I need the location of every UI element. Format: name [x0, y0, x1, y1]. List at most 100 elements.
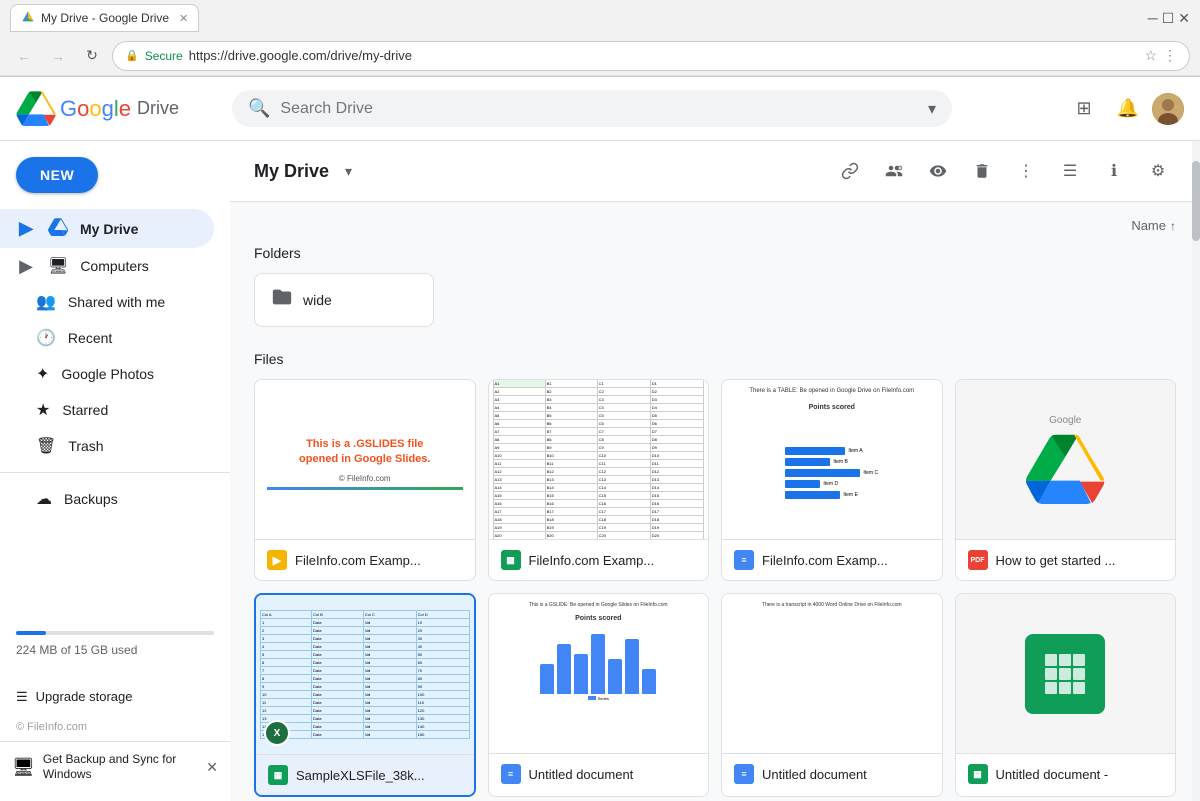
file-preview-3: Google [956, 380, 1176, 540]
photos-icon: ✦ [36, 364, 49, 384]
tab-close-icon[interactable]: ✕ [179, 12, 188, 25]
file-card-5[interactable]: This is a GSLIDE: Be opened in Google Sl… [488, 593, 710, 797]
file-card-7[interactable]: ▦ Untitled document - [955, 593, 1177, 797]
sort-arrow-icon[interactable]: ↑ [1170, 219, 1176, 233]
backup-banner-text: Get Backup and Sync for Windows [43, 752, 198, 783]
file-preview-7 [956, 594, 1176, 754]
trash-icon: 🗑 [36, 436, 56, 456]
tab-title: My Drive - Google Drive [41, 11, 169, 25]
starred-icon: ★ [36, 400, 50, 420]
file-card-6[interactable]: There is a transcript in 4000 Word Onlin… [721, 593, 943, 797]
info-button[interactable]: ℹ [1096, 153, 1132, 189]
file-info-5: ≡ Untitled document [489, 754, 709, 794]
reload-button[interactable]: ↻ [78, 42, 106, 70]
delete-button[interactable] [964, 153, 1000, 189]
upgrade-icon: ☰ [16, 689, 28, 705]
sidebar-item-recent[interactable]: 🕐 Recent [0, 320, 214, 356]
sidebar-item-photos[interactable]: ✦ Google Photos [0, 356, 214, 392]
folder-icon [271, 286, 293, 314]
file-info-0: ▶ FileInfo.com Examp... [255, 540, 475, 580]
file-card-4[interactable]: Col ACol BCol CCol D 1DataVal10 2DataVal… [254, 593, 476, 797]
shared-icon: 👥 [36, 292, 56, 312]
file-info-3: PDF How to get started ... [956, 540, 1176, 580]
file-name-5: Untitled document [529, 767, 634, 782]
upgrade-storage-button[interactable]: ☰ Upgrade storage [0, 681, 230, 713]
bookmark-icon[interactable]: ☆ [1144, 47, 1157, 64]
files-grid: This is a .GSLIDES fileopened in Google … [254, 379, 1176, 797]
file-preview-1: A1B1C1D1 A2B2C2D2 A3B3C3D3 A4B4C4D4 A5B5… [489, 380, 709, 540]
close-window-icon[interactable]: ✕ [1178, 10, 1190, 27]
apps-grid-button[interactable]: ⊞ [1064, 89, 1104, 129]
my-drive-arrow-icon: ▶ [16, 219, 36, 239]
settings-button[interactable]: ⚙ [1140, 153, 1176, 189]
storage-section: 224 MB of 15 GB used [0, 615, 230, 681]
sidebar-item-trash[interactable]: 🗑 Trash [0, 428, 214, 464]
secure-icon: 🔒 [125, 49, 139, 62]
sidebar-item-shared[interactable]: 👥 Shared with me [0, 284, 214, 320]
url-text[interactable]: https://drive.google.com/drive/my-drive [189, 48, 1139, 63]
scrollbar-track[interactable] [1192, 141, 1200, 801]
sidebar-item-my-drive[interactable]: ▶ My Drive [0, 209, 214, 248]
file-type-icon-1: ▦ [501, 550, 521, 570]
content-title: My Drive [254, 161, 329, 182]
minimize-icon[interactable]: ─ [1148, 10, 1158, 26]
browser-tab[interactable]: My Drive - Google Drive ✕ [10, 4, 199, 32]
sort-label: Name [1131, 218, 1166, 233]
sidebar-item-computers[interactable]: ▶ 🖥 Computers [0, 248, 214, 284]
logo-google-text: Google [60, 96, 131, 122]
list-view-button[interactable]: ☰ [1052, 153, 1088, 189]
sidebar-item-backups[interactable]: ☁ Backups [0, 481, 214, 517]
file-card-1[interactable]: A1B1C1D1 A2B2C2D2 A3B3C3D3 A4B4C4D4 A5B5… [488, 379, 710, 581]
xls-badge-icon: X [264, 720, 290, 746]
sheets-preview-icon [1025, 634, 1105, 714]
file-card-0[interactable]: This is a .GSLIDES fileopened in Google … [254, 379, 476, 581]
sidebar-item-starred[interactable]: ★ Starred [0, 392, 214, 428]
scrollbar-thumb[interactable] [1192, 161, 1200, 241]
backup-monitor-icon: 🖥 [12, 757, 35, 778]
maximize-icon[interactable]: ☐ [1162, 10, 1175, 27]
browser-window: My Drive - Google Drive ✕ ─ ☐ ✕ ← → ↻ 🔒 … [0, 0, 1200, 801]
content-title-dropdown[interactable]: ▾ [345, 163, 352, 180]
notifications-button[interactable]: 🔔 [1108, 89, 1148, 129]
address-bar: 🔒 Secure https://drive.google.com/drive/… [112, 41, 1190, 71]
upgrade-label: Upgrade storage [36, 689, 133, 704]
add-people-button[interactable] [876, 153, 912, 189]
content-body: Name ↑ Folders wide [230, 202, 1200, 801]
file-info-7: ▦ Untitled document - [956, 754, 1176, 794]
files-section-label: Files [254, 351, 1176, 367]
file-info-2: ≡ FileInfo.com Examp... [722, 540, 942, 580]
file-preview-4: Col ACol BCol CCol D 1DataVal10 2DataVal… [256, 595, 474, 755]
preview-button[interactable] [920, 153, 956, 189]
file-type-icon-2: ≡ [734, 550, 754, 570]
secure-label: Secure [145, 49, 183, 63]
backup-banner: 🖥 Get Backup and Sync for Windows ✕ [0, 741, 230, 793]
sidebar-item-recent-label: Recent [68, 330, 112, 346]
sidebar-divider [0, 472, 230, 473]
file-card-2[interactable]: There is a TABLE: Be opened in Google Dr… [721, 379, 943, 581]
search-input[interactable] [280, 100, 918, 118]
get-link-button[interactable] [832, 153, 868, 189]
file-name-3: How to get started ... [996, 553, 1116, 568]
computers-icon: 🖥 [48, 256, 68, 276]
content-header: My Drive ▾ [230, 141, 1200, 202]
search-dropdown-icon[interactable]: ▾ [928, 99, 936, 119]
folders-section-label: Folders [254, 245, 1176, 261]
file-preview-0: This is a .GSLIDES fileopened in Google … [255, 380, 475, 540]
folder-item-wide[interactable]: wide [254, 273, 434, 327]
file-card-3[interactable]: Google [955, 379, 1177, 581]
new-button[interactable]: NEW [16, 157, 98, 193]
sidebar-item-label: My Drive [80, 221, 138, 237]
more-options-button[interactable]: ⋮ [1008, 153, 1044, 189]
tab-favicon [21, 10, 35, 27]
address-bar-menu-icon[interactable]: ⋮ [1163, 47, 1177, 64]
main-area: NEW ▶ My Drive [0, 141, 1200, 801]
new-button-container: NEW [16, 157, 214, 193]
user-avatar[interactable] [1152, 93, 1184, 125]
file-type-icon-6: ≡ [734, 764, 754, 784]
forward-button[interactable]: → [44, 42, 72, 70]
sidebar: NEW ▶ My Drive [0, 141, 230, 801]
recent-icon: 🕐 [36, 328, 56, 348]
search-bar-container[interactable]: 🔍 ▾ [232, 90, 952, 127]
backup-close-icon[interactable]: ✕ [206, 759, 218, 776]
back-button[interactable]: ← [10, 42, 38, 70]
